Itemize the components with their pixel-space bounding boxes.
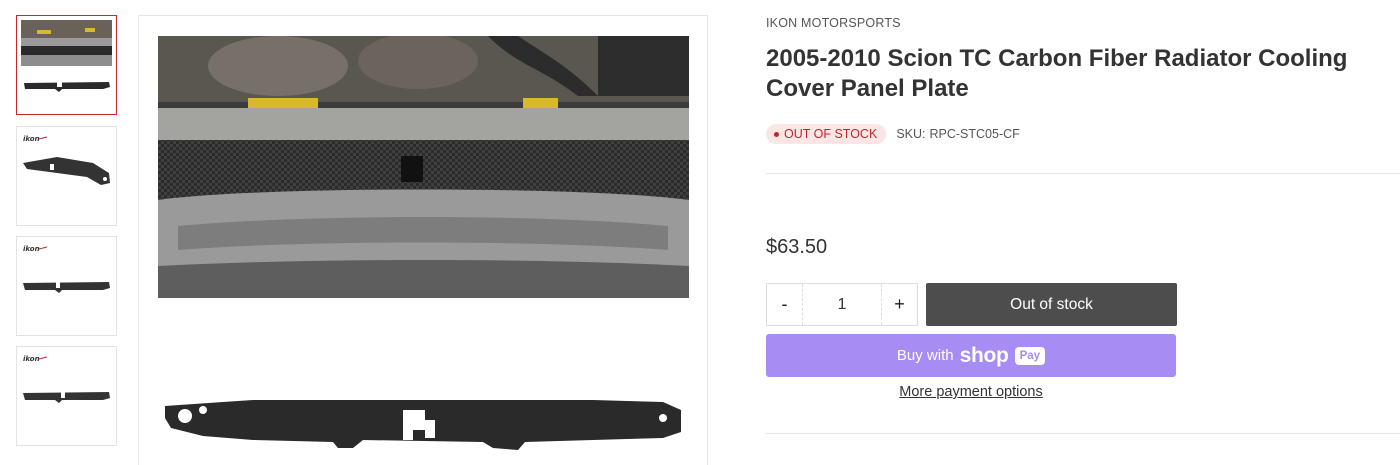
vendor-name[interactable]: IKON MOTORSPORTS xyxy=(766,16,901,30)
quantity-input[interactable] xyxy=(803,284,881,325)
shop-pay-button[interactable]: Buy with shop Pay xyxy=(766,334,1176,377)
product-meta: OUT OF STOCK SKU: RPC-STC05-CF xyxy=(766,124,1020,144)
divider-top xyxy=(766,173,1400,174)
quantity-increase-button[interactable]: + xyxy=(881,284,917,325)
out-of-stock-button[interactable]: Out of stock xyxy=(926,283,1177,326)
shop-pay-buy-text: Buy with xyxy=(896,347,954,364)
thumbnail-4[interactable]: ikon xyxy=(16,346,117,446)
thumbnail-3[interactable]: ikon xyxy=(16,236,117,336)
main-product-image-frame[interactable] xyxy=(138,15,708,465)
stock-status-text: OUT OF STOCK xyxy=(784,127,878,141)
thumbnail-1[interactable] xyxy=(16,15,117,115)
svg-text:ikon: ikon xyxy=(23,135,40,143)
sku: SKU: RPC-STC05-CF xyxy=(896,127,1019,141)
quantity-decrease-button[interactable]: - xyxy=(767,284,803,325)
product-info: IKON MOTORSPORTS 2005-2010 Scion TC Carb… xyxy=(766,0,1400,465)
engine-bay-photo xyxy=(158,36,689,298)
product-title: 2005-2010 Scion TC Carbon Fiber Radiator… xyxy=(766,45,1348,102)
stock-status-badge: OUT OF STOCK xyxy=(766,124,887,144)
svg-text:ikon: ikon xyxy=(23,245,40,253)
quantity-stepper: - + xyxy=(766,283,918,326)
sku-value: RPC-STC05-CF xyxy=(929,127,1020,141)
more-payment-options-link[interactable]: More payment options xyxy=(766,384,1176,400)
product-price: $63.50 xyxy=(766,236,828,258)
divider-bottom xyxy=(766,433,1400,434)
status-dot-icon xyxy=(774,131,779,137)
sku-label: SKU: xyxy=(896,127,926,141)
shop-logo-text: shop xyxy=(959,343,1009,367)
thumbnail-2[interactable]: ikon xyxy=(16,126,117,226)
carbon-panel-photo xyxy=(165,400,681,450)
pay-pill-text: Pay xyxy=(1014,346,1046,365)
svg-text:ikon: ikon xyxy=(23,355,40,363)
